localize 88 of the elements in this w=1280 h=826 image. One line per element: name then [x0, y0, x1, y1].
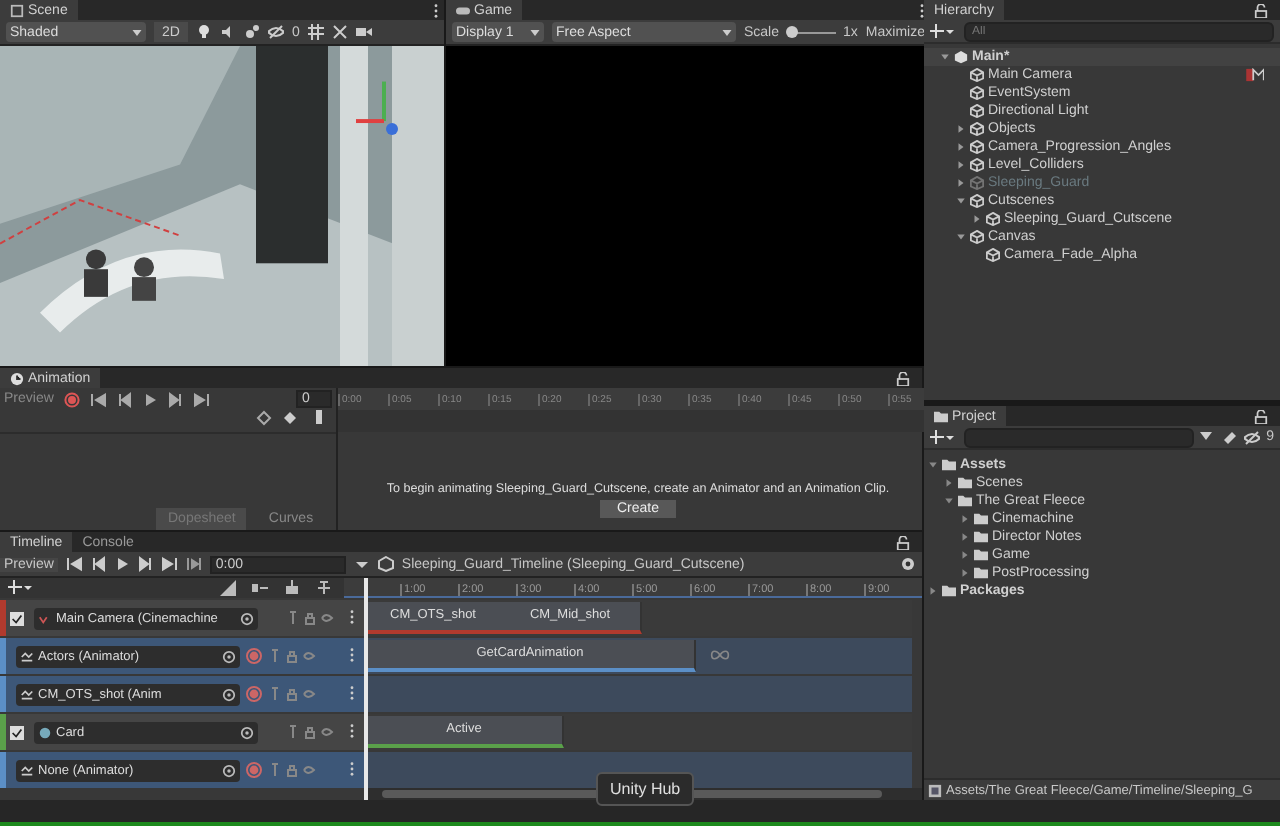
- create-button[interactable]: [930, 22, 958, 40]
- lock-icon[interactable]: [896, 536, 910, 550]
- last-frame-icon[interactable]: [161, 556, 178, 572]
- marker-icon[interactable]: [284, 580, 300, 596]
- cube-icon: [970, 230, 984, 244]
- gamepad-icon: [456, 3, 470, 17]
- record-icon[interactable]: [63, 391, 80, 407]
- lock-icon[interactable]: [896, 372, 910, 386]
- camera-badge-icon: [1246, 68, 1264, 82]
- game-object-icon: [38, 725, 52, 739]
- diamond-icon[interactable]: [256, 410, 272, 426]
- track-toggles-icon[interactable]: [268, 762, 316, 778]
- cube-icon: [970, 122, 984, 136]
- animator-icon: [20, 763, 34, 777]
- search-field[interactable]: [964, 427, 1195, 447]
- track-toggles-icon[interactable]: [268, 648, 316, 664]
- folder-icon: [942, 584, 956, 598]
- collapsed-arrow-icon[interactable]: [960, 514, 970, 524]
- track-toggles-icon[interactable]: [268, 686, 316, 702]
- unity-logo-icon: [954, 50, 968, 64]
- play-range-icon[interactable]: [185, 556, 202, 572]
- light-icon[interactable]: [195, 24, 212, 40]
- cube-icon: [970, 68, 984, 82]
- collapsed-arrow-icon[interactable]: [928, 586, 938, 596]
- play-icon[interactable]: [113, 556, 130, 572]
- caret-icon: [132, 29, 142, 35]
- first-frame-icon[interactable]: [89, 391, 106, 407]
- next-frame-icon[interactable]: [167, 391, 184, 407]
- collapsed-arrow-icon[interactable]: [956, 124, 966, 134]
- previous-frame-icon[interactable]: [115, 391, 132, 407]
- cube-icon: [970, 86, 984, 100]
- effects-icon[interactable]: [243, 24, 260, 40]
- visibility-icon[interactable]: [267, 24, 284, 40]
- expanded-arrow-icon[interactable]: [928, 460, 938, 470]
- cube-icon: [970, 140, 984, 154]
- track-checkbox[interactable]: [10, 611, 24, 625]
- cube-icon: [970, 194, 984, 208]
- scale-slider[interactable]: [785, 25, 798, 37]
- clock-icon: [10, 371, 24, 385]
- target-icon[interactable]: [222, 763, 236, 777]
- infinity-icon: [710, 650, 730, 660]
- animator-icon: [20, 687, 34, 701]
- target-icon[interactable]: [222, 687, 236, 701]
- collapsed-arrow-icon[interactable]: [960, 532, 970, 542]
- last-frame-icon[interactable]: [193, 391, 210, 407]
- track-checkbox[interactable]: [10, 725, 24, 739]
- cube-icon: [986, 212, 1000, 226]
- first-frame-icon[interactable]: [65, 556, 82, 572]
- next-frame-icon[interactable]: [137, 556, 154, 572]
- cube-icon: [970, 104, 984, 118]
- more-icon[interactable]: [920, 4, 925, 18]
- pin-icon[interactable]: [316, 580, 332, 596]
- collapsed-arrow-icon[interactable]: [960, 568, 970, 578]
- collapsed-arrow-icon[interactable]: [956, 142, 966, 152]
- caret-icon: [530, 29, 540, 35]
- target-icon[interactable]: [240, 611, 254, 625]
- add-keyframe-icon[interactable]: [284, 410, 300, 426]
- target-icon[interactable]: [240, 725, 254, 739]
- cube-icon: [377, 556, 394, 572]
- collapsed-arrow-icon[interactable]: [972, 214, 982, 224]
- lock-icon[interactable]: [1254, 4, 1268, 18]
- cube-icon: [970, 176, 984, 190]
- collapsed-arrow-icon[interactable]: [956, 160, 966, 170]
- audio-icon[interactable]: [219, 24, 236, 40]
- track-toggles-icon[interactable]: [286, 724, 334, 740]
- create-button[interactable]: [930, 428, 958, 446]
- lock-icon[interactable]: [1254, 410, 1268, 424]
- timeline-asset-icon: [928, 783, 942, 797]
- expanded-arrow-icon[interactable]: [944, 496, 954, 506]
- tools-icon[interactable]: [331, 24, 348, 40]
- dropdown-icon[interactable]: [353, 556, 370, 572]
- cube-icon: [970, 158, 984, 172]
- collapsed-arrow-icon[interactable]: [960, 550, 970, 560]
- animator-icon: [20, 649, 34, 663]
- tooltip: Unity Hub: [596, 772, 695, 806]
- caret-icon: [722, 29, 732, 35]
- track-toggles-icon[interactable]: [286, 610, 334, 626]
- target-icon[interactable]: [222, 649, 236, 663]
- hidden-eye-icon[interactable]: [1244, 429, 1261, 445]
- settings-icon[interactable]: [900, 556, 916, 572]
- ripple-icon[interactable]: [252, 580, 268, 596]
- expanded-arrow-icon[interactable]: [956, 196, 966, 206]
- previous-frame-icon[interactable]: [89, 556, 106, 572]
- expanded-arrow-icon[interactable]: [940, 52, 950, 62]
- collapsed-arrow-icon[interactable]: [944, 478, 954, 488]
- cube-icon: [986, 248, 1000, 262]
- add-event-icon[interactable]: [312, 410, 328, 426]
- expanded-arrow-icon[interactable]: [956, 232, 966, 242]
